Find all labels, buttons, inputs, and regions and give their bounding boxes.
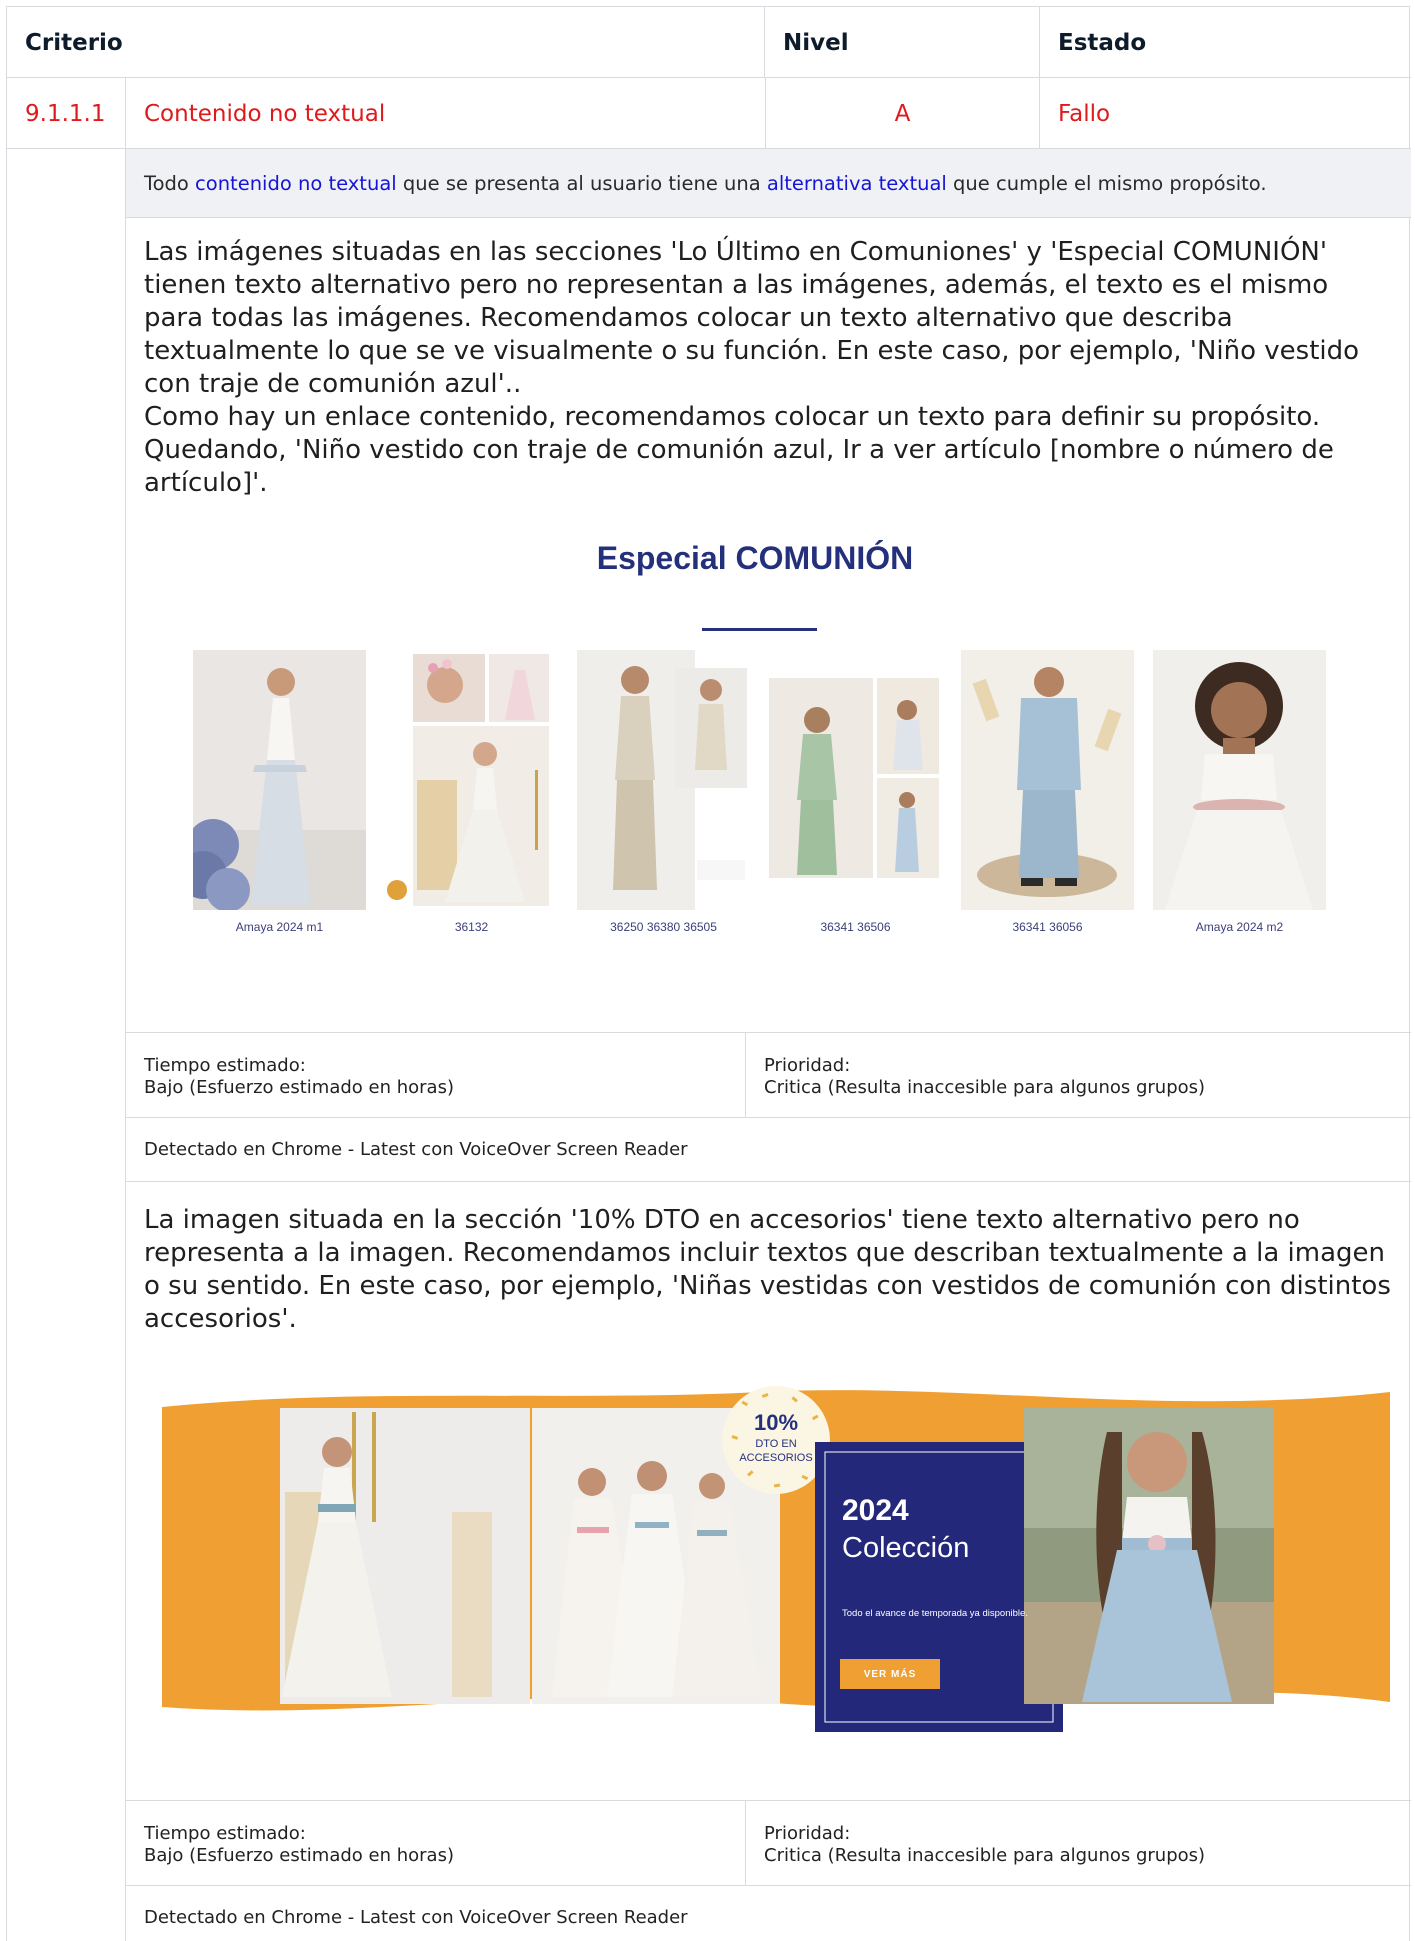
product-image-6[interactable] [1153, 650, 1326, 910]
criterion-description: Todo contenido no textual que se present… [126, 149, 1411, 218]
badge-percent: 10% [753, 1410, 799, 1435]
header-nivel: Nivel [765, 7, 1040, 78]
priority-value: Critica (Resulta inaccesible para alguno… [764, 1077, 1206, 1098]
link-contenido-no-textual[interactable]: contenido no textual [195, 172, 397, 195]
time-label: Tiempo estimado: [144, 1823, 306, 1844]
dto-accesorios-banner: 10% DTO EN ACCESORIOS 2024 Colección Tod… [162, 1372, 1390, 1744]
product-image-4[interactable] [769, 650, 942, 910]
finding-2-paragraph: La imagen situada en la sección '10% DTO… [144, 1205, 1391, 1334]
badge-line1: DTO EN [755, 1438, 797, 1450]
table-header: Criterio Nivel Estado [7, 7, 1411, 78]
product-caption-3[interactable]: 36250 36380 36505 [577, 920, 750, 934]
priority-label: Prioridad: [764, 1823, 851, 1844]
product-caption-4[interactable]: 36341 36506 [769, 920, 942, 934]
product-caption-5[interactable]: 36341 36056 [961, 920, 1134, 934]
badge-line2: ACCESORIOS [739, 1452, 813, 1464]
especial-comunion-screenshot: Especial COMUNIÓN Amaya 2024 m1 36132 36… [175, 540, 1335, 950]
finding-1-meta: Tiempo estimado: Bajo (Esfuerzo estimado… [126, 1032, 1411, 1118]
product-image-1[interactable] [193, 650, 366, 910]
time-value: Bajo (Esfuerzo estimado en horas) [144, 1077, 454, 1098]
time-label: Tiempo estimado: [144, 1055, 306, 1076]
ver-mas-button[interactable]: VER MÁS [840, 1659, 940, 1689]
product-caption-6[interactable]: Amaya 2024 m2 [1153, 920, 1326, 934]
finding-1-priority: Prioridad: Critica (Resulta inaccesible … [746, 1033, 1411, 1117]
header-criterio: Criterio [7, 7, 765, 78]
product-image-5[interactable] [961, 650, 1134, 910]
criterion-title: Contenido no textual [144, 100, 386, 127]
criterion-status: Fallo [1058, 100, 1111, 127]
product-image-2[interactable] [385, 650, 558, 910]
priority-value: Critica (Resulta inaccesible para alguno… [764, 1845, 1206, 1866]
gallery-title: Especial COMUNIÓN [596, 540, 914, 576]
time-value: Bajo (Esfuerzo estimado en horas) [144, 1845, 454, 1866]
description-text-1: Todo [144, 171, 196, 195]
banner-tagline: Todo el avance de temporada ya disponibl… [842, 1608, 1028, 1619]
finding-2-time: Tiempo estimado: Bajo (Esfuerzo estimado… [126, 1801, 746, 1885]
criterion-level: A [765, 78, 1040, 149]
finding-2-priority: Prioridad: Critica (Resulta inaccesible … [746, 1801, 1411, 1885]
id-column-divider [125, 78, 126, 1941]
header-estado: Estado [1058, 29, 1147, 56]
finding-1-detected: Detectado en Chrome - Latest con VoiceOv… [126, 1118, 1411, 1182]
finding-1-time: Tiempo estimado: Bajo (Esfuerzo estimado… [126, 1033, 746, 1117]
product-caption-1[interactable]: Amaya 2024 m1 [193, 920, 366, 934]
product-caption-2[interactable]: 36132 [385, 920, 558, 934]
description-text-2: que se presenta al usuario tiene una [396, 171, 767, 195]
banner-collection: Colección [842, 1532, 970, 1564]
product-image-3[interactable] [577, 650, 750, 910]
banner-year: 2024 [842, 1494, 909, 1527]
priority-label: Prioridad: [764, 1055, 851, 1076]
description-text-3: que cumple el mismo propósito. [946, 171, 1267, 195]
criterion-row: 9.1.1.1 Contenido no textual A Fallo [7, 78, 1411, 149]
criterion-id: 9.1.1.1 [25, 100, 106, 127]
finding-2-detected: Detectado en Chrome - Latest con VoiceOv… [126, 1886, 1411, 1941]
title-underline [702, 628, 817, 631]
finding-2-meta: Tiempo estimado: Bajo (Esfuerzo estimado… [126, 1800, 1411, 1886]
finding-2-text: La imagen situada en la sección '10% DTO… [144, 1204, 1394, 1336]
finding-1-paragraph: Las imágenes situadas en las secciones '… [144, 237, 1360, 498]
link-alternativa-textual[interactable]: alternativa textual [767, 172, 947, 195]
finding-1-text: Las imágenes situadas en las secciones '… [144, 236, 1394, 500]
